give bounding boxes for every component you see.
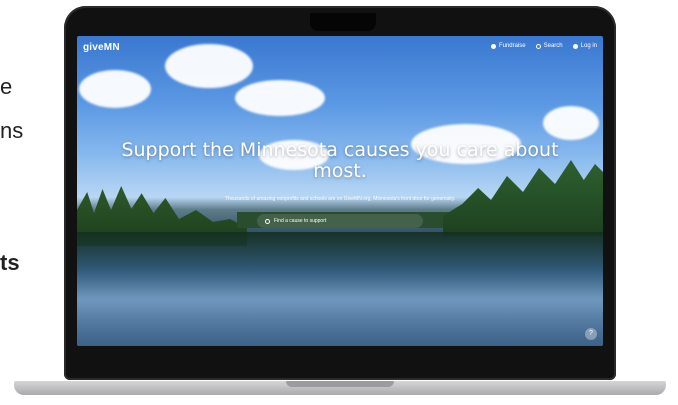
givemn-logo[interactable]: giveMN [83, 42, 120, 53]
user-icon [572, 43, 578, 49]
gear-icon [490, 43, 496, 49]
laptop-base [14, 381, 666, 395]
slide-text-fragment-ts: ts [0, 250, 20, 275]
nav-login[interactable]: Log in [572, 43, 597, 49]
site-nav: Fundraise Search Log in [490, 43, 597, 49]
slide-text-fragment-e: e [0, 74, 13, 99]
hero-title: Support the Minnesota causes you care ab… [121, 139, 559, 182]
cause-search-input[interactable]: Find a cause to support [257, 214, 423, 228]
nav-fundraise-label: Fundraise [498, 43, 526, 49]
nav-search[interactable]: Search [535, 43, 563, 49]
nav-search-label: Search [543, 43, 563, 49]
search-icon [535, 43, 541, 49]
search-icon [265, 218, 270, 224]
slide-text-fragment-ns: ns [0, 118, 24, 143]
lake-reflection [77, 232, 603, 346]
cloud [543, 106, 599, 140]
laptop-frame: giveMN Fundraise Search Log in Support t… [64, 6, 616, 380]
camera-notch [310, 13, 376, 31]
cloud [79, 70, 151, 108]
nav-login-label: Log in [580, 43, 597, 49]
search-placeholder: Find a cause to support [274, 218, 327, 224]
nav-fundraise[interactable]: Fundraise [490, 43, 526, 49]
hero-subtitle: Thousands of amazing nonprofits and scho… [224, 196, 456, 202]
cloud [235, 80, 325, 116]
help-button[interactable]: ? [585, 328, 597, 340]
laptop-base-notch [286, 381, 394, 387]
site-header: giveMN Fundraise Search Log in [77, 36, 603, 58]
laptop-screen: giveMN Fundraise Search Log in Support t… [77, 36, 603, 346]
